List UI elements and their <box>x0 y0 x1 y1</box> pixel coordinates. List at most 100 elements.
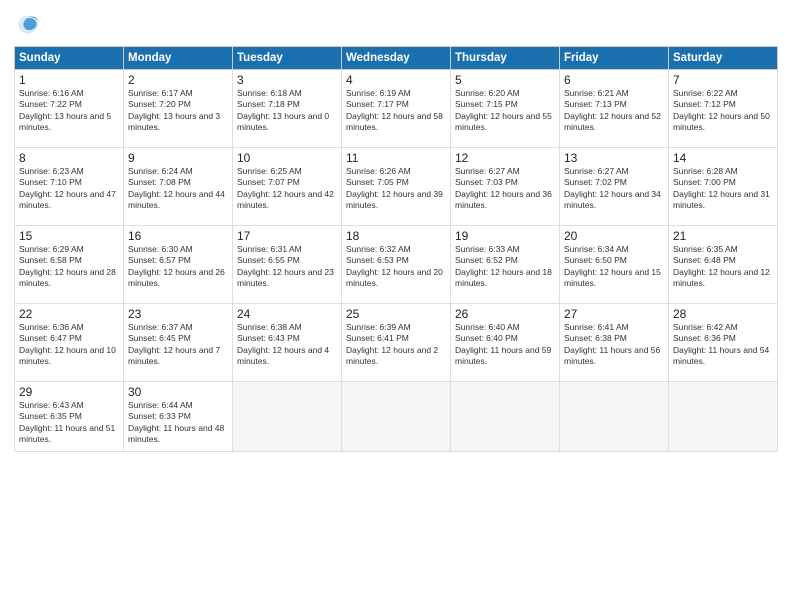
day-number: 29 <box>19 385 119 399</box>
calendar-cell: 12Sunrise: 6:27 AMSunset: 7:03 PMDayligh… <box>451 148 560 226</box>
calendar-cell: 20Sunrise: 6:34 AMSunset: 6:50 PMDayligh… <box>560 226 669 304</box>
day-info: Sunrise: 6:27 AMSunset: 7:02 PMDaylight:… <box>564 166 664 212</box>
day-info: Sunrise: 6:27 AMSunset: 7:03 PMDaylight:… <box>455 166 555 212</box>
day-number: 15 <box>19 229 119 243</box>
calendar-cell: 11Sunrise: 6:26 AMSunset: 7:05 PMDayligh… <box>342 148 451 226</box>
calendar-cell: 25Sunrise: 6:39 AMSunset: 6:41 PMDayligh… <box>342 304 451 382</box>
calendar-cell <box>342 382 451 452</box>
day-number: 26 <box>455 307 555 321</box>
day-info: Sunrise: 6:33 AMSunset: 6:52 PMDaylight:… <box>455 244 555 290</box>
header <box>14 10 778 38</box>
calendar-cell: 5Sunrise: 6:20 AMSunset: 7:15 PMDaylight… <box>451 70 560 148</box>
day-info: Sunrise: 6:39 AMSunset: 6:41 PMDaylight:… <box>346 322 446 368</box>
calendar-cell: 29Sunrise: 6:43 AMSunset: 6:35 PMDayligh… <box>15 382 124 452</box>
day-number: 4 <box>346 73 446 87</box>
calendar-cell: 7Sunrise: 6:22 AMSunset: 7:12 PMDaylight… <box>669 70 778 148</box>
weekday-header-friday: Friday <box>560 47 669 70</box>
week-row-4: 22Sunrise: 6:36 AMSunset: 6:47 PMDayligh… <box>15 304 778 382</box>
calendar-cell <box>233 382 342 452</box>
logo <box>14 10 46 38</box>
day-number: 8 <box>19 151 119 165</box>
day-number: 19 <box>455 229 555 243</box>
day-info: Sunrise: 6:16 AMSunset: 7:22 PMDaylight:… <box>19 88 119 134</box>
day-number: 14 <box>673 151 773 165</box>
day-info: Sunrise: 6:36 AMSunset: 6:47 PMDaylight:… <box>19 322 119 368</box>
calendar-cell: 21Sunrise: 6:35 AMSunset: 6:48 PMDayligh… <box>669 226 778 304</box>
day-number: 17 <box>237 229 337 243</box>
day-info: Sunrise: 6:43 AMSunset: 6:35 PMDaylight:… <box>19 400 119 446</box>
day-number: 21 <box>673 229 773 243</box>
calendar-cell: 10Sunrise: 6:25 AMSunset: 7:07 PMDayligh… <box>233 148 342 226</box>
day-info: Sunrise: 6:44 AMSunset: 6:33 PMDaylight:… <box>128 400 228 446</box>
calendar-cell: 3Sunrise: 6:18 AMSunset: 7:18 PMDaylight… <box>233 70 342 148</box>
day-number: 1 <box>19 73 119 87</box>
day-info: Sunrise: 6:28 AMSunset: 7:00 PMDaylight:… <box>673 166 773 212</box>
day-info: Sunrise: 6:30 AMSunset: 6:57 PMDaylight:… <box>128 244 228 290</box>
day-number: 20 <box>564 229 664 243</box>
day-info: Sunrise: 6:19 AMSunset: 7:17 PMDaylight:… <box>346 88 446 134</box>
day-number: 11 <box>346 151 446 165</box>
weekday-header-row: SundayMondayTuesdayWednesdayThursdayFrid… <box>15 47 778 70</box>
calendar-cell: 27Sunrise: 6:41 AMSunset: 6:38 PMDayligh… <box>560 304 669 382</box>
day-number: 13 <box>564 151 664 165</box>
day-info: Sunrise: 6:25 AMSunset: 7:07 PMDaylight:… <box>237 166 337 212</box>
calendar-cell: 30Sunrise: 6:44 AMSunset: 6:33 PMDayligh… <box>124 382 233 452</box>
weekday-header-wednesday: Wednesday <box>342 47 451 70</box>
calendar-cell <box>451 382 560 452</box>
day-info: Sunrise: 6:18 AMSunset: 7:18 PMDaylight:… <box>237 88 337 134</box>
day-info: Sunrise: 6:38 AMSunset: 6:43 PMDaylight:… <box>237 322 337 368</box>
calendar-cell: 23Sunrise: 6:37 AMSunset: 6:45 PMDayligh… <box>124 304 233 382</box>
day-number: 27 <box>564 307 664 321</box>
calendar-cell: 6Sunrise: 6:21 AMSunset: 7:13 PMDaylight… <box>560 70 669 148</box>
weekday-header-saturday: Saturday <box>669 47 778 70</box>
logo-icon <box>14 10 42 38</box>
day-number: 10 <box>237 151 337 165</box>
day-info: Sunrise: 6:24 AMSunset: 7:08 PMDaylight:… <box>128 166 228 212</box>
day-info: Sunrise: 6:34 AMSunset: 6:50 PMDaylight:… <box>564 244 664 290</box>
day-number: 7 <box>673 73 773 87</box>
calendar-cell: 9Sunrise: 6:24 AMSunset: 7:08 PMDaylight… <box>124 148 233 226</box>
day-info: Sunrise: 6:21 AMSunset: 7:13 PMDaylight:… <box>564 88 664 134</box>
calendar-cell <box>669 382 778 452</box>
week-row-3: 15Sunrise: 6:29 AMSunset: 6:58 PMDayligh… <box>15 226 778 304</box>
week-row-1: 1Sunrise: 6:16 AMSunset: 7:22 PMDaylight… <box>15 70 778 148</box>
day-info: Sunrise: 6:23 AMSunset: 7:10 PMDaylight:… <box>19 166 119 212</box>
day-info: Sunrise: 6:37 AMSunset: 6:45 PMDaylight:… <box>128 322 228 368</box>
day-number: 6 <box>564 73 664 87</box>
calendar: SundayMondayTuesdayWednesdayThursdayFrid… <box>14 46 778 452</box>
day-number: 28 <box>673 307 773 321</box>
day-number: 12 <box>455 151 555 165</box>
day-info: Sunrise: 6:35 AMSunset: 6:48 PMDaylight:… <box>673 244 773 290</box>
calendar-cell: 13Sunrise: 6:27 AMSunset: 7:02 PMDayligh… <box>560 148 669 226</box>
calendar-cell: 8Sunrise: 6:23 AMSunset: 7:10 PMDaylight… <box>15 148 124 226</box>
calendar-cell: 17Sunrise: 6:31 AMSunset: 6:55 PMDayligh… <box>233 226 342 304</box>
day-number: 22 <box>19 307 119 321</box>
day-number: 3 <box>237 73 337 87</box>
day-info: Sunrise: 6:20 AMSunset: 7:15 PMDaylight:… <box>455 88 555 134</box>
day-number: 18 <box>346 229 446 243</box>
calendar-cell: 16Sunrise: 6:30 AMSunset: 6:57 PMDayligh… <box>124 226 233 304</box>
calendar-cell: 22Sunrise: 6:36 AMSunset: 6:47 PMDayligh… <box>15 304 124 382</box>
calendar-cell: 18Sunrise: 6:32 AMSunset: 6:53 PMDayligh… <box>342 226 451 304</box>
day-number: 30 <box>128 385 228 399</box>
day-number: 25 <box>346 307 446 321</box>
calendar-cell: 15Sunrise: 6:29 AMSunset: 6:58 PMDayligh… <box>15 226 124 304</box>
day-info: Sunrise: 6:31 AMSunset: 6:55 PMDaylight:… <box>237 244 337 290</box>
day-info: Sunrise: 6:42 AMSunset: 6:36 PMDaylight:… <box>673 322 773 368</box>
page-container: SundayMondayTuesdayWednesdayThursdayFrid… <box>0 0 792 612</box>
day-number: 9 <box>128 151 228 165</box>
day-info: Sunrise: 6:22 AMSunset: 7:12 PMDaylight:… <box>673 88 773 134</box>
weekday-header-monday: Monday <box>124 47 233 70</box>
weekday-header-thursday: Thursday <box>451 47 560 70</box>
day-number: 16 <box>128 229 228 243</box>
day-info: Sunrise: 6:41 AMSunset: 6:38 PMDaylight:… <box>564 322 664 368</box>
day-number: 23 <box>128 307 228 321</box>
day-info: Sunrise: 6:17 AMSunset: 7:20 PMDaylight:… <box>128 88 228 134</box>
calendar-cell: 19Sunrise: 6:33 AMSunset: 6:52 PMDayligh… <box>451 226 560 304</box>
day-info: Sunrise: 6:26 AMSunset: 7:05 PMDaylight:… <box>346 166 446 212</box>
calendar-cell: 28Sunrise: 6:42 AMSunset: 6:36 PMDayligh… <box>669 304 778 382</box>
day-info: Sunrise: 6:32 AMSunset: 6:53 PMDaylight:… <box>346 244 446 290</box>
calendar-cell: 14Sunrise: 6:28 AMSunset: 7:00 PMDayligh… <box>669 148 778 226</box>
calendar-cell: 4Sunrise: 6:19 AMSunset: 7:17 PMDaylight… <box>342 70 451 148</box>
day-number: 24 <box>237 307 337 321</box>
